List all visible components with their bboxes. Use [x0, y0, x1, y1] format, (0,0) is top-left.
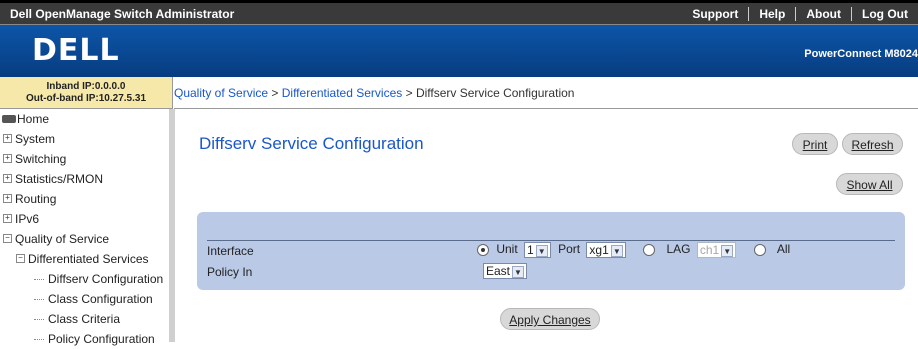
- expand-icon[interactable]: +: [3, 214, 12, 224]
- chevron-down-icon: ▼: [535, 244, 548, 257]
- page-title: Diffserv Service Configuration: [199, 134, 424, 153]
- policy-in-select[interactable]: East ▼: [483, 263, 528, 279]
- expand-icon[interactable]: +: [3, 134, 12, 144]
- ip-info-box: Inband IP:0.0.0.0 Out-of-band IP:10.27.5…: [0, 77, 173, 109]
- sidebar-item-label: Statistics/RMON: [15, 172, 104, 186]
- sidebar-item-home[interactable]: Home: [0, 109, 169, 129]
- sidebar-item-label: Policy Configuration: [48, 332, 155, 346]
- all-label: All: [776, 242, 791, 257]
- top-bar: Dell OpenManage Switch Administrator Sup…: [0, 0, 918, 25]
- dell-logo: DELL: [32, 33, 120, 68]
- unit-value: 1: [527, 243, 534, 257]
- sidebar-item-label: Differentiated Services: [28, 252, 149, 266]
- tree-connector: [34, 339, 44, 341]
- top-links: Support Help About Log Out: [682, 3, 918, 25]
- about-link[interactable]: About: [795, 7, 851, 21]
- show-all-button[interactable]: Show All: [836, 173, 903, 195]
- sidebar-item-label: IPv6: [15, 212, 40, 226]
- sidebar-item-policy-configuration[interactable]: Policy Configuration: [0, 329, 169, 349]
- sidebar-item-system[interactable]: + System: [0, 129, 169, 149]
- breadcrumb: Quality of Service > Differentiated Serv…: [174, 86, 574, 100]
- app-title: Dell OpenManage Switch Administrator: [10, 7, 235, 21]
- sidebar-item-label: Routing: [15, 192, 57, 206]
- breadcrumb-separator: >: [402, 86, 416, 100]
- service-config-form: Interface Unit 1 ▼ Port xg1 ▼ LAG ch1 ▼ All…: [197, 212, 905, 290]
- expand-icon[interactable]: +: [3, 154, 12, 164]
- lag-radio[interactable]: [643, 244, 656, 256]
- help-link[interactable]: Help: [748, 7, 795, 21]
- logout-link[interactable]: Log Out: [851, 7, 918, 21]
- lag-select: ch1 ▼: [696, 242, 737, 258]
- sidebar-item-quality-of-service[interactable]: − Quality of Service: [0, 229, 169, 249]
- sidebar-item-label: Home: [17, 112, 50, 126]
- expand-icon[interactable]: +: [3, 174, 12, 184]
- tree-connector: [34, 299, 44, 301]
- interface-label: Interface: [207, 244, 254, 258]
- product-name: PowerConnect M8024: [804, 48, 918, 60]
- sidebar-item-label: Switching: [15, 152, 67, 166]
- port-label: Port: [558, 242, 581, 257]
- expand-icon[interactable]: +: [3, 194, 12, 204]
- sidebar-nav: Home + System + Switching + Statistics/RMON…: [0, 109, 175, 346]
- all-radio[interactable]: [753, 244, 766, 256]
- sidebar-item-ipv6[interactable]: + IPv6: [0, 209, 169, 229]
- breadcrumb-bar: Quality of Service > Differentiated Serv…: [174, 77, 918, 109]
- sidebar-item-class-configuration[interactable]: Class Configuration: [0, 289, 169, 309]
- chevron-down-icon: ▼: [610, 244, 623, 257]
- interface-controls: Unit 1 ▼ Port xg1 ▼ LAG ch1 ▼ All: [477, 242, 790, 258]
- policy-in-controls: East ▼: [483, 263, 528, 279]
- breadcrumb-quality-of-service[interactable]: Quality of Service: [174, 86, 268, 100]
- collapse-icon[interactable]: −: [3, 234, 12, 244]
- sidebar-item-switching[interactable]: + Switching: [0, 149, 169, 169]
- sidebar-item-label: Class Configuration: [48, 292, 153, 306]
- sidebar-item-routing[interactable]: + Routing: [0, 189, 169, 209]
- sidebar-item-differentiated-services[interactable]: − Differentiated Services: [0, 249, 169, 269]
- outband-ip: Out-of-band IP:10.27.5.31: [25, 93, 147, 104]
- port-select[interactable]: xg1 ▼: [586, 242, 626, 258]
- inband-ip: Inband IP:0.0.0.0: [46, 81, 126, 92]
- unit-label: Unit: [496, 242, 518, 257]
- sidebar-item-label: Class Criteria: [48, 312, 121, 326]
- apply-changes-button[interactable]: Apply Changes: [500, 308, 600, 330]
- breadcrumb-separator: >: [268, 86, 282, 100]
- print-button[interactable]: Print: [792, 133, 838, 155]
- sidebar-item-label: System: [15, 132, 56, 146]
- collapse-icon[interactable]: −: [16, 254, 25, 264]
- support-link[interactable]: Support: [682, 7, 748, 21]
- brand-banner: DELL PowerConnect M8024: [0, 25, 918, 77]
- port-value: xg1: [589, 243, 609, 257]
- sidebar-item-statistics-rmon[interactable]: + Statistics/RMON: [0, 169, 169, 189]
- home-icon: [2, 114, 16, 123]
- breadcrumb-current: Diffserv Service Configuration: [415, 86, 575, 100]
- sidebar-item-class-criteria[interactable]: Class Criteria: [0, 309, 169, 329]
- unit-select[interactable]: 1 ▼: [524, 242, 551, 258]
- tree-connector: [34, 279, 44, 281]
- unit-radio[interactable]: [477, 244, 489, 256]
- lag-label: LAG: [666, 242, 691, 257]
- sidebar-item-diffserv-configuration[interactable]: Diffserv Configuration: [0, 269, 169, 289]
- tree-connector: [34, 319, 44, 321]
- sidebar-item-label: Diffserv Configuration: [48, 272, 164, 286]
- breadcrumb-differentiated-services[interactable]: Differentiated Services: [282, 86, 403, 100]
- policy-in-value: East: [486, 264, 511, 278]
- form-divider: [207, 240, 895, 241]
- chevron-down-icon: ▼: [512, 265, 525, 278]
- sidebar-item-label: Quality of Service: [15, 232, 110, 246]
- refresh-button[interactable]: Refresh: [842, 133, 903, 155]
- lag-value: ch1: [699, 243, 720, 257]
- chevron-down-icon: ▼: [721, 244, 734, 257]
- policy-in-label: Policy In: [207, 265, 253, 279]
